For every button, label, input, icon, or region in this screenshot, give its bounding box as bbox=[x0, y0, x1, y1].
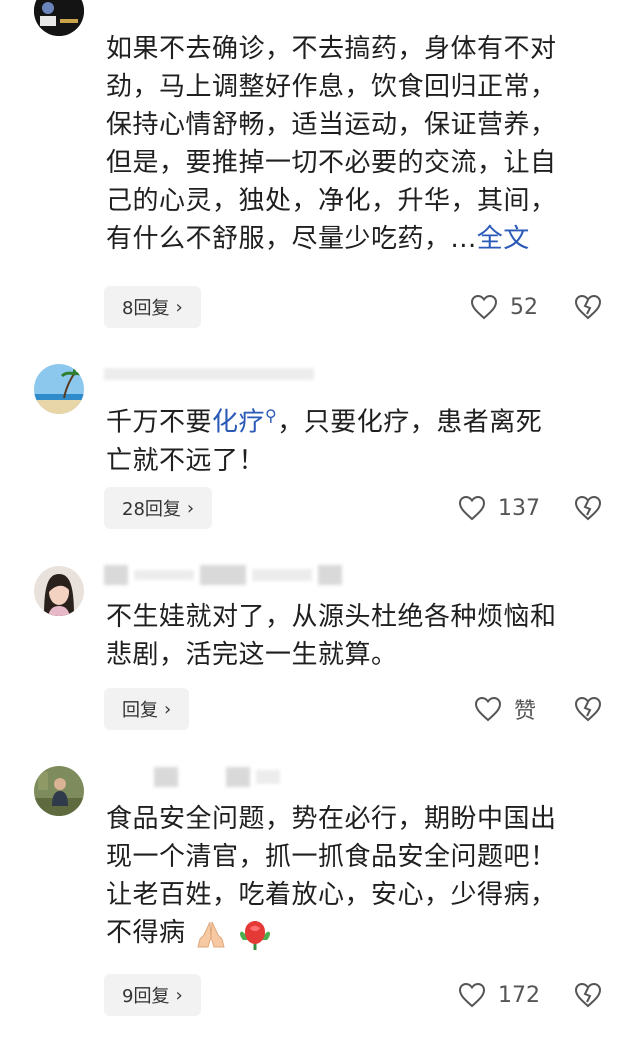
heart-outline-icon bbox=[458, 982, 486, 1008]
folded-hands-emoji bbox=[194, 919, 228, 949]
comment-text: 不生娃就对了，从源头杜绝各种烦恼和 悲剧，活完这一生就算。 bbox=[106, 602, 557, 670]
dislike-button[interactable] bbox=[574, 688, 602, 730]
chevron-right-icon: › bbox=[175, 984, 183, 1006]
like-button[interactable]: 52 bbox=[470, 286, 538, 328]
chevron-right-icon: › bbox=[175, 296, 183, 318]
search-icon: ⚲ bbox=[265, 406, 278, 425]
like-label: 赞 bbox=[514, 699, 537, 724]
dislike-button[interactable] bbox=[574, 487, 602, 529]
like-button[interactable]: 137 bbox=[458, 487, 540, 529]
view-replies-button[interactable]: 28回复 › bbox=[104, 487, 213, 529]
heart-outline-icon bbox=[458, 495, 486, 521]
chevron-right-icon: › bbox=[186, 497, 195, 519]
heart-outline-icon bbox=[470, 294, 498, 320]
chevron-right-icon: › bbox=[164, 698, 172, 720]
username-redacted bbox=[104, 362, 314, 386]
broken-heart-icon bbox=[574, 495, 602, 521]
like-button[interactable]: 赞 bbox=[474, 688, 536, 730]
broken-heart-icon bbox=[574, 294, 602, 320]
comment-list: 如果不去确诊，不去搞药，身体有不对 劲，马上调整好作息，饮食回归正常， 保持心情… bbox=[0, 0, 640, 1045]
rose-emoji bbox=[237, 918, 273, 950]
avatar[interactable] bbox=[34, 364, 84, 414]
avatar[interactable] bbox=[34, 766, 84, 816]
heart-outline-icon bbox=[474, 696, 502, 722]
like-count: 52 bbox=[510, 294, 538, 320]
expand-full-text-link[interactable]: 全文 bbox=[477, 224, 530, 254]
view-replies-button[interactable]: 8回复 › bbox=[104, 286, 201, 328]
broken-heart-icon bbox=[574, 696, 602, 722]
dislike-button[interactable] bbox=[574, 286, 602, 328]
broken-heart-icon bbox=[574, 982, 602, 1008]
avatar[interactable] bbox=[34, 566, 84, 616]
like-button[interactable]: 172 bbox=[458, 974, 540, 1016]
view-replies-button[interactable]: 9回复 › bbox=[104, 974, 201, 1016]
reply-button[interactable]: 回复 › bbox=[104, 688, 190, 730]
like-count: 137 bbox=[498, 495, 540, 521]
username-redacted bbox=[104, 563, 342, 587]
search-term-link[interactable]: 化疗 bbox=[212, 408, 265, 438]
username-redacted bbox=[104, 765, 280, 789]
dislike-button[interactable] bbox=[574, 974, 602, 1016]
comment-text: 食品安全问题，势在必行，期盼中国出 现一个清官，抓一抓食品安全问题吧！ 让老百姓… bbox=[106, 804, 557, 950]
comment-text: 如果不去确诊，不去搞药，身体有不对 劲，马上调整好作息，饮食回归正常， 保持心情… bbox=[106, 34, 557, 254]
avatar[interactable] bbox=[34, 0, 84, 36]
comment-text: 千万不要化疗⚲，只要化疗，患者离死 亡就不远了！ bbox=[106, 406, 543, 476]
like-count: 172 bbox=[498, 982, 540, 1008]
